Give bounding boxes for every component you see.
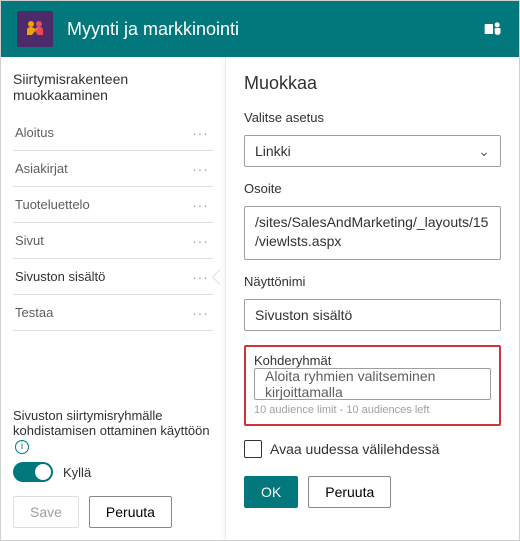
more-icon[interactable]: ··· — [192, 161, 209, 177]
site-logo — [17, 11, 53, 47]
nav-item-aloitus[interactable]: Aloitus ··· — [13, 115, 213, 151]
audience-toggle[interactable] — [13, 462, 53, 482]
panel-cancel-button[interactable]: Peruuta — [308, 476, 391, 508]
panel-buttons: OK Peruuta — [244, 476, 501, 508]
site-title: Myynti ja markkinointi — [67, 19, 469, 40]
nav-item-label: Tuoteluettelo — [15, 197, 90, 212]
site-header: Myynti ja markkinointi — [1, 1, 519, 57]
displayname-label: Näyttönimi — [244, 274, 501, 289]
save-button: Save — [13, 496, 79, 528]
nav-editor-title: Siirtymisrakenteen muokkaaminen — [13, 71, 213, 103]
teams-icon[interactable] — [483, 19, 503, 39]
audience-label: Kohderyhmät — [254, 353, 491, 368]
ok-button[interactable]: OK — [244, 476, 298, 508]
selected-caret-icon — [213, 269, 221, 285]
nav-item-label: Testaa — [15, 305, 53, 320]
audience-hint: 10 audience limit - 10 audiences left — [254, 404, 491, 416]
nav-list: Aloitus ··· Asiakirjat ··· Tuoteluettelo… — [13, 115, 213, 331]
handshake-icon — [23, 17, 47, 41]
more-icon[interactable]: ··· — [192, 305, 209, 321]
chevron-down-icon: ⌄ — [478, 143, 490, 160]
nav-item-testaa[interactable]: Testaa ··· — [13, 295, 213, 331]
open-new-tab-row: Avaa uudessa välilehdessä — [244, 440, 501, 458]
nav-item-sivut[interactable]: Sivut ··· — [13, 223, 213, 259]
audience-toggle-row: Kyllä — [13, 462, 213, 482]
more-icon[interactable]: ··· — [192, 233, 209, 249]
body: Siirtymisrakenteen muokkaaminen Aloitus … — [1, 57, 519, 540]
nav-item-tuoteluettelo[interactable]: Tuoteluettelo ··· — [13, 187, 213, 223]
info-icon[interactable]: i — [15, 440, 29, 454]
audience-toggle-label: Sivuston siirtymisryhmälle kohdistamisen… — [13, 408, 213, 454]
nav-item-asiakirjat[interactable]: Asiakirjat ··· — [13, 151, 213, 187]
audience-section-highlight: Kohderyhmät Aloita ryhmien valitseminen … — [244, 345, 501, 426]
open-new-tab-checkbox[interactable] — [244, 440, 262, 458]
audience-toggle-state: Kyllä — [63, 465, 91, 480]
address-input[interactable] — [244, 206, 501, 260]
nav-editor: Siirtymisrakenteen muokkaaminen Aloitus … — [1, 57, 225, 540]
setting-value: Linkki — [255, 143, 291, 159]
nav-item-label: Sivut — [15, 233, 44, 248]
audience-placeholder: Aloita ryhmien valitseminen kirjoittamal… — [265, 368, 480, 400]
nav-item-label: Asiakirjat — [15, 161, 68, 176]
edit-panel: Muokkaa Valitse asetus Linkki ⌄ Osoite N… — [225, 57, 519, 540]
more-icon[interactable]: ··· — [192, 269, 209, 285]
left-buttons: Save Peruuta — [13, 496, 213, 528]
audience-picker[interactable]: Aloita ryhmien valitseminen kirjoittamal… — [254, 368, 491, 400]
nav-item-label: Aloitus — [15, 125, 54, 140]
app-frame: Myynti ja markkinointi Siirtymisrakentee… — [0, 0, 520, 541]
open-new-tab-label: Avaa uudessa välilehdessä — [270, 441, 439, 457]
nav-item-label: Sivuston sisältö — [15, 269, 105, 284]
address-label: Osoite — [244, 181, 501, 196]
setting-select[interactable]: Linkki ⌄ — [244, 135, 501, 167]
displayname-input[interactable] — [244, 299, 501, 331]
panel-title: Muokkaa — [244, 73, 501, 94]
cancel-button[interactable]: Peruuta — [89, 496, 172, 528]
nav-item-sivuston-sisalto[interactable]: Sivuston sisältö ··· — [13, 259, 213, 295]
more-icon[interactable]: ··· — [192, 125, 209, 141]
more-icon[interactable]: ··· — [192, 197, 209, 213]
setting-label: Valitse asetus — [244, 110, 501, 125]
